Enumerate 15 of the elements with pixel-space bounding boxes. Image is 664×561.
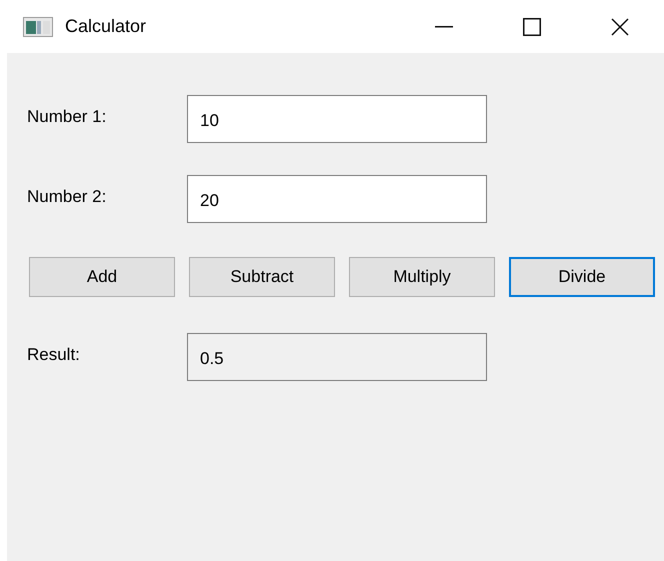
maximize-icon [523,18,541,36]
operation-button[interactable]: Subtract [189,257,335,297]
minimize-icon [435,26,453,28]
field-label: Number 2: [26,186,108,208]
field-label: Result: [26,344,81,366]
close-icon [611,18,629,36]
input-field[interactable]: 0.5 [187,333,487,381]
input-field[interactable]: 20 [187,175,487,223]
window-title: Calculator [65,15,146,38]
operation-button[interactable]: Add [29,257,175,297]
operation-button[interactable]: Multiply [349,257,495,297]
field-label: Number 1: [26,106,108,128]
operation-button[interactable]: Divide [509,257,655,297]
app-icon [23,16,53,36]
input-field[interactable]: 10 [187,95,487,143]
